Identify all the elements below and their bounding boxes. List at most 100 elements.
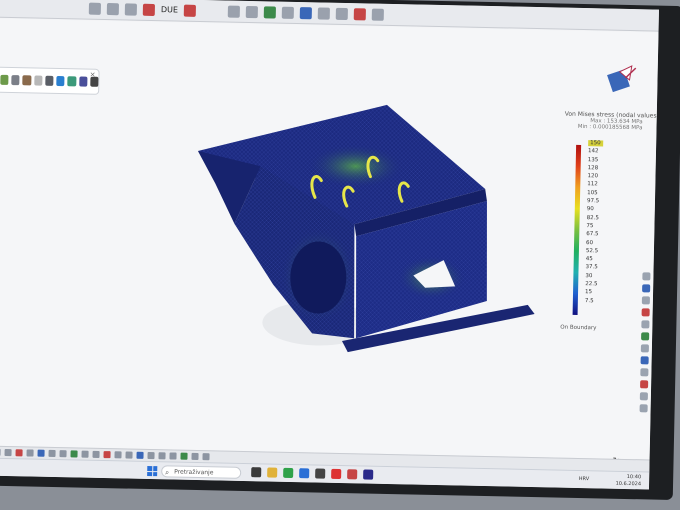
render-icon[interactable] — [142, 3, 156, 16]
tool-icon[interactable] — [180, 452, 188, 460]
copy-icon[interactable] — [317, 6, 331, 20]
chrome-icon[interactable] — [331, 468, 342, 480]
system-clock[interactable]: 10:40 10.6.2024 — [616, 474, 642, 489]
shade-icon[interactable] — [67, 76, 76, 87]
tool-icon[interactable] — [81, 450, 89, 458]
tool-icon[interactable] — [125, 451, 133, 459]
tool-icon[interactable] — [70, 450, 78, 458]
view-icon[interactable] — [106, 2, 120, 15]
app-icon[interactable] — [363, 469, 374, 480]
language-indicator[interactable]: HRV — [579, 476, 590, 482]
delete-icon[interactable] — [353, 7, 367, 20]
tool-icon[interactable] — [114, 451, 122, 459]
legend-tick: 90 — [586, 206, 594, 213]
color-icon[interactable] — [56, 75, 65, 87]
undo-icon[interactable] — [281, 6, 295, 19]
settings-icon[interactable] — [183, 4, 197, 17]
save-icon[interactable] — [227, 5, 241, 18]
legend-tick: 60 — [586, 239, 594, 246]
tool-icon[interactable] — [641, 296, 650, 305]
legend-tick: 128 — [587, 165, 599, 172]
app-icon[interactable] — [283, 467, 294, 479]
tool-icon[interactable] — [103, 451, 111, 459]
screen: DUE × Von Mises stress (nodal values) Ma… — [0, 0, 659, 490]
close-icon[interactable]: × — [90, 71, 96, 79]
legend-tick: 37.5 — [585, 264, 598, 271]
fea-model[interactable] — [172, 83, 558, 361]
legend-ticks: 150 142 135 128 120 112 105 97.5 90 82.5… — [585, 139, 603, 305]
legend-min: Min : 0.000185568 MPa — [577, 123, 643, 132]
rotate-icon[interactable] — [11, 75, 20, 86]
axis-triad-icon[interactable] — [605, 61, 640, 96]
stress-legend: Von Mises stress (nodal values) Max : 15… — [560, 111, 659, 332]
taskbar-search[interactable]: ⌕ Pretraživanje — [161, 465, 242, 479]
tool-icon[interactable] — [639, 404, 648, 413]
app-icon[interactable] — [315, 468, 326, 479]
tool-icon[interactable] — [48, 449, 56, 458]
tool-icon[interactable] — [642, 272, 651, 281]
tool-icon[interactable] — [26, 449, 34, 457]
legend-tick: 82.5 — [586, 214, 599, 222]
tool-icon[interactable] — [0, 448, 1, 456]
legend-tick: 120 — [587, 173, 599, 180]
legend-tick: 7.5 — [584, 297, 594, 304]
color-scale-bar[interactable] — [572, 144, 582, 315]
mesh-icon[interactable] — [78, 76, 88, 87]
pan-icon[interactable] — [22, 75, 32, 86]
tool-icon[interactable] — [59, 450, 67, 458]
edge-icon[interactable] — [299, 468, 310, 479]
tool-icon[interactable] — [640, 356, 649, 365]
search-placeholder: Pretraživanje — [174, 468, 214, 477]
tool-icon[interactable] — [640, 344, 649, 353]
tool-icon[interactable] — [4, 448, 12, 457]
tool-icon[interactable] — [641, 320, 650, 329]
tool-icon[interactable] — [641, 332, 650, 341]
legend-tick: 67.5 — [586, 231, 599, 238]
legend-tick: 97.5 — [586, 198, 600, 205]
box-icon[interactable] — [45, 75, 54, 86]
tool-icon[interactable] — [15, 449, 23, 457]
legend-tick: 15 — [584, 289, 593, 296]
file-explorer-icon[interactable] — [267, 467, 278, 478]
legend-tick: 112 — [587, 181, 598, 188]
tool-icon[interactable] — [92, 450, 100, 458]
tool-icon[interactable] — [202, 453, 210, 461]
redo-icon[interactable] — [299, 6, 313, 19]
toolbar-label: DUE — [160, 5, 179, 15]
legend-footer: On Boundary — [560, 324, 597, 332]
legend-tick: 22.5 — [585, 281, 598, 288]
clock-date: 10.6.2024 — [615, 480, 642, 488]
tool-icon[interactable] — [639, 392, 648, 401]
print-icon[interactable] — [263, 5, 277, 19]
tool-icon[interactable] — [191, 452, 199, 461]
options-icon[interactable] — [371, 8, 385, 21]
select-icon[interactable] — [0, 74, 9, 85]
tool-icon[interactable] — [640, 380, 649, 389]
windows-start-icon[interactable] — [147, 465, 158, 477]
paste-icon[interactable] — [335, 7, 349, 20]
tool-icon[interactable] — [136, 451, 144, 459]
search-icon: ⌕ — [165, 468, 170, 477]
task-view-icon[interactable] — [251, 467, 262, 478]
tool-icon[interactable] — [641, 308, 650, 317]
tool-icon[interactable] — [147, 451, 155, 460]
legend-tick: 142 — [587, 148, 599, 155]
3d-viewport[interactable]: × Von Mises stress (nodal values) Max: … — [0, 18, 659, 467]
tool-icon[interactable] — [640, 368, 649, 377]
legend-tick: 135 — [587, 156, 599, 163]
folder-icon[interactable] — [245, 5, 259, 18]
zoom-icon[interactable] — [33, 75, 43, 86]
tool-icon[interactable] — [642, 284, 651, 293]
legend-tick: 52.5 — [585, 247, 599, 255]
tool-icon[interactable] — [169, 452, 177, 460]
monitor-frame: DUE × Von Mises stress (nodal values) Ma… — [0, 0, 680, 500]
legend-tick: 45 — [585, 256, 593, 263]
tool-icon[interactable] — [158, 452, 166, 460]
tool-icon[interactable] — [37, 449, 45, 457]
legend-tick: 30 — [585, 272, 593, 279]
legend-tick: 105 — [587, 189, 598, 197]
zoom-icon[interactable] — [88, 2, 102, 15]
legend-top-value: 150 — [588, 140, 603, 147]
app-icon[interactable] — [347, 469, 358, 480]
measure-icon[interactable] — [124, 2, 138, 16]
